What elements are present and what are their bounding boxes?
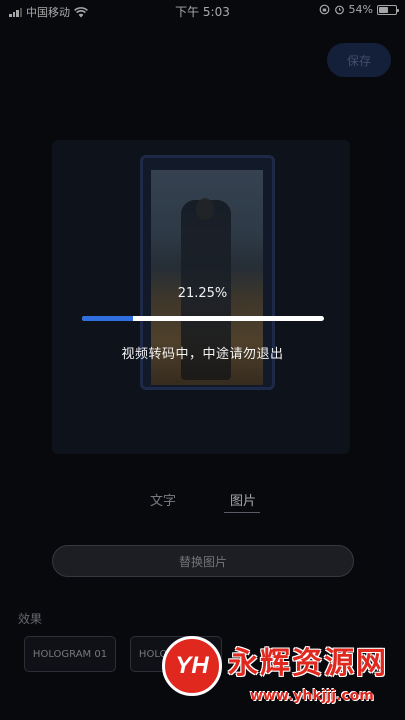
watermark-url: www.yhkjjj.com xyxy=(250,688,374,704)
progress-bar xyxy=(82,316,324,321)
progress-percent: 21.25% xyxy=(177,286,228,301)
watermark-logo: YH xyxy=(162,636,222,696)
progress-bar-fill xyxy=(82,316,134,321)
progress-message: 视频转码中，中途请勿退出 xyxy=(121,347,284,362)
loading-overlay: 21.25% 视频转码中，中途请勿退出 xyxy=(0,0,405,720)
site-watermark: YH 永辉资源网 www.yhkjjj.com xyxy=(162,636,402,716)
watermark-title: 永辉资源网 xyxy=(228,646,388,681)
